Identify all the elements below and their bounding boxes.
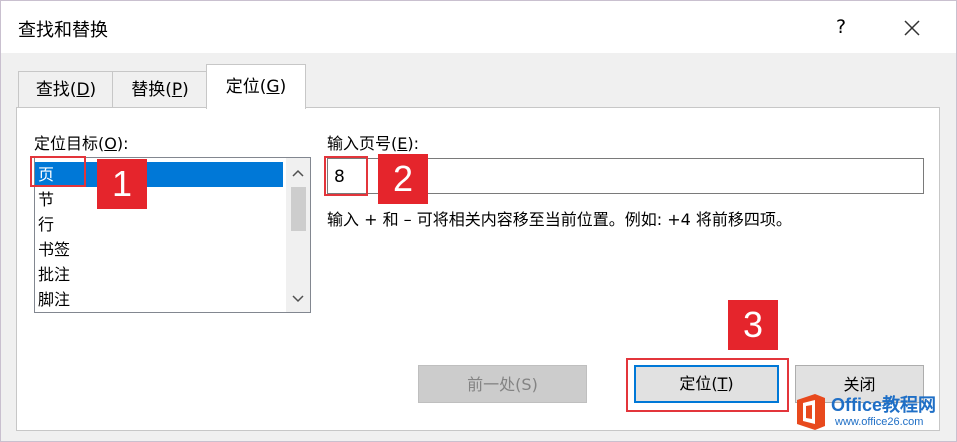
list-scrollbar[interactable] bbox=[286, 158, 310, 312]
title-bar: 查找和替换 ? bbox=[1, 1, 956, 53]
highlight-list-item bbox=[30, 156, 86, 187]
page-number-label: 输入页号(E): bbox=[327, 134, 420, 153]
help-button[interactable]: ? bbox=[827, 13, 855, 41]
tab-find[interactable]: 查找(D) bbox=[18, 71, 114, 108]
step-badge-3: 3 bbox=[728, 300, 778, 350]
tab-goto[interactable]: 定位(G) bbox=[206, 64, 306, 109]
watermark-title: Office教程网 bbox=[831, 395, 937, 415]
previous-button[interactable]: 前一处(S) bbox=[418, 365, 587, 403]
list-item-line[interactable]: 行 bbox=[35, 212, 283, 237]
find-replace-dialog: 查找和替换 ? 查找(D) 替换(P) 定位(G) 定位目标(O): 页 节 行… bbox=[0, 0, 957, 442]
goto-panel: 定位目标(O): 页 节 行 书签 批注 脚注 输入页号(E): 8 输入 + bbox=[16, 107, 940, 431]
tab-replace-label: 替换 bbox=[131, 80, 166, 100]
highlight-page-input bbox=[324, 156, 368, 196]
highlight-goto-button bbox=[626, 358, 789, 412]
list-item-comment[interactable]: 批注 bbox=[35, 262, 283, 287]
watermark-url: www.office26.com bbox=[835, 416, 924, 428]
goto-hint-text: 输入 + 和 – 可将相关内容移至当前位置。例如: +4 将前移四项。 bbox=[327, 210, 792, 229]
list-item-bookmark[interactable]: 书签 bbox=[35, 237, 283, 262]
goto-target-label: 定位目标(O): bbox=[34, 134, 129, 153]
list-item-section[interactable]: 节 bbox=[35, 187, 283, 212]
tab-goto-label: 定位 bbox=[225, 77, 260, 97]
tab-replace-hotkey: P bbox=[171, 80, 183, 100]
tab-find-hotkey: D bbox=[76, 80, 90, 100]
close-icon[interactable] bbox=[897, 13, 927, 43]
office-logo-icon bbox=[797, 394, 825, 430]
tab-goto-hotkey: G bbox=[266, 77, 280, 97]
list-item-footnote[interactable]: 脚注 bbox=[35, 287, 283, 312]
chevron-down-icon[interactable] bbox=[286, 288, 310, 310]
step-badge-1: 1 bbox=[97, 159, 147, 209]
scroll-thumb[interactable] bbox=[291, 187, 306, 231]
step-badge-2: 2 bbox=[378, 154, 428, 204]
tab-find-label: 查找 bbox=[35, 80, 70, 100]
chevron-up-icon[interactable] bbox=[286, 162, 310, 184]
dialog-title: 查找和替换 bbox=[18, 20, 108, 41]
office-watermark: Office教程网 www.office26.com bbox=[793, 387, 953, 437]
tab-replace[interactable]: 替换(P) bbox=[112, 71, 208, 108]
